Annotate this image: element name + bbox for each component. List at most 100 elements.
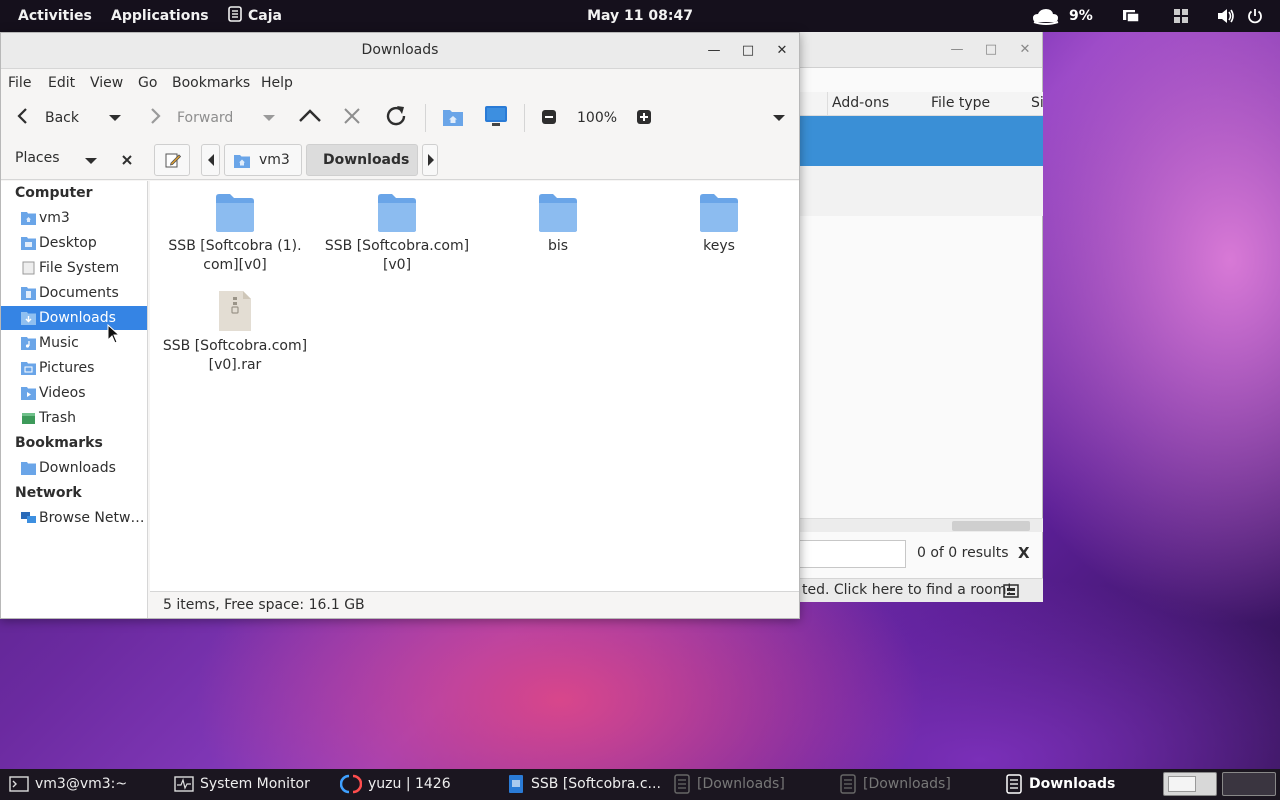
home-folder-icon xyxy=(234,155,250,168)
stop-icon xyxy=(344,108,360,124)
file-item[interactable]: keys xyxy=(644,193,794,256)
task-downloads-active[interactable]: Downloads xyxy=(1005,769,1115,800)
task-label: SSB [Softcobra.c... xyxy=(531,776,661,792)
forward-button[interactable]: Forward xyxy=(147,104,233,132)
sidebar-item-documents[interactable]: Documents xyxy=(1,281,147,305)
close-search-button[interactable]: X xyxy=(1018,544,1030,562)
task-ssb-folder[interactable]: SSB [Softcobra.c... xyxy=(507,769,661,800)
task-label: [Downloads] xyxy=(863,776,951,792)
horizontal-scrollbar[interactable] xyxy=(800,518,1043,532)
stop-button[interactable] xyxy=(343,104,361,132)
zoom-level[interactable]: 100% xyxy=(577,104,617,132)
column-filetype[interactable]: File type xyxy=(931,95,990,111)
task-terminal[interactable]: vm3@vm3:~ xyxy=(9,769,127,800)
column-size[interactable]: Si xyxy=(1031,95,1044,111)
workspace-2[interactable] xyxy=(1222,772,1276,796)
applications-menu[interactable]: Applications xyxy=(111,0,209,32)
breadcrumb-left-button[interactable] xyxy=(201,144,220,176)
clock[interactable]: May 11 08:47 xyxy=(540,0,740,32)
room-icon[interactable] xyxy=(1003,584,1019,598)
maximize-icon[interactable]: □ xyxy=(738,41,758,61)
workspace-1[interactable] xyxy=(1163,772,1217,796)
minimize-icon[interactable]: — xyxy=(704,41,724,61)
sidebar-header-bookmarks: Bookmarks xyxy=(15,435,103,451)
home-button[interactable] xyxy=(442,104,464,132)
file-item[interactable]: bis xyxy=(483,193,633,256)
menu-edit[interactable]: Edit xyxy=(48,75,75,91)
minimize-icon[interactable]: — xyxy=(947,40,967,60)
sidebar-bookmark-downloads[interactable]: Downloads xyxy=(1,456,147,480)
list-row[interactable] xyxy=(800,166,1043,216)
menu-view[interactable]: View xyxy=(90,75,123,91)
background-window[interactable]: — □ ✕ Add-ons File type Si 0 of 0 result… xyxy=(800,32,1044,602)
up-arrow-icon xyxy=(299,109,321,122)
background-window-titlebar[interactable]: — □ ✕ xyxy=(800,32,1042,68)
breadcrumb-downloads[interactable]: Downloads xyxy=(306,144,418,176)
task-downloads-minimized-1[interactable]: [Downloads] xyxy=(673,769,785,800)
sidebar-item-vm3[interactable]: vm3 xyxy=(1,206,147,230)
activities-button[interactable]: Activities xyxy=(18,0,92,32)
pictures-folder-icon xyxy=(21,362,36,375)
sidebar-item-label: Videos xyxy=(39,385,86,401)
sidebar-item-label: Browse Netw… xyxy=(39,510,145,526)
search-input[interactable] xyxy=(800,540,906,568)
weather-icon[interactable] xyxy=(1031,0,1061,32)
volume-icon[interactable] xyxy=(1217,0,1235,32)
folder-icon xyxy=(378,194,416,232)
forward-history-dropdown[interactable] xyxy=(262,104,276,132)
window-titlebar[interactable]: Downloads — □ ✕ xyxy=(1,33,799,69)
selected-row[interactable] xyxy=(800,116,1043,166)
task-yuzu[interactable]: yuzu | 1426 xyxy=(339,769,451,800)
file-item[interactable]: SSB [Softcobra.com] [v0].rar xyxy=(160,289,310,375)
sidebar-header-computer: Computer xyxy=(15,185,93,201)
zoom-in-button[interactable] xyxy=(637,104,651,132)
up-button[interactable] xyxy=(298,104,322,132)
file-item[interactable]: SSB [Softcobra (1). com][v0] xyxy=(160,193,310,275)
back-button[interactable]: Back xyxy=(15,104,79,132)
reload-button[interactable] xyxy=(384,104,408,132)
menu-help[interactable]: Help xyxy=(261,75,293,91)
background-status-bar[interactable]: ted. Click here to find a room! xyxy=(800,578,1043,602)
sidebar-item-desktop[interactable]: Desktop xyxy=(1,231,147,255)
sidebar-item-downloads[interactable]: Downloads xyxy=(1,306,147,330)
toolbar-overflow-button[interactable] xyxy=(772,104,786,132)
bottom-taskbar: vm3@vm3:~ System Monitor yuzu | 1426 SSB… xyxy=(0,769,1280,800)
edit-location-button[interactable] xyxy=(154,144,190,176)
close-icon[interactable]: ✕ xyxy=(772,41,792,61)
breadcrumb-right-button[interactable] xyxy=(422,144,438,176)
sidebar-item-trash[interactable]: Trash xyxy=(1,406,147,430)
task-system-monitor[interactable]: System Monitor xyxy=(174,769,310,800)
app-menu[interactable]: Caja xyxy=(228,0,282,32)
grid-icon[interactable] xyxy=(1173,0,1189,32)
chevron-down-icon xyxy=(109,115,121,121)
menu-go[interactable]: Go xyxy=(138,75,157,91)
computer-button[interactable] xyxy=(484,104,508,132)
sidebar-item-music[interactable]: Music xyxy=(1,331,147,355)
scrollbar-thumb[interactable] xyxy=(952,521,1030,531)
sidebar-item-filesystem[interactable]: File System xyxy=(1,256,147,280)
back-history-dropdown[interactable] xyxy=(108,104,122,132)
places-label[interactable]: Places xyxy=(15,150,60,166)
documents-folder-icon xyxy=(21,287,36,300)
screen-icon[interactable] xyxy=(1122,0,1140,32)
background-status-text[interactable]: ted. Click here to find a room! xyxy=(802,582,1012,598)
reload-icon xyxy=(386,106,406,126)
column-addons[interactable]: Add-ons xyxy=(832,95,889,111)
zoom-out-button[interactable] xyxy=(542,104,556,132)
power-icon[interactable] xyxy=(1247,0,1263,32)
maximize-icon[interactable]: □ xyxy=(981,40,1001,60)
task-downloads-minimized-2[interactable]: [Downloads] xyxy=(839,769,951,800)
sidebar-item-pictures[interactable]: Pictures xyxy=(1,356,147,380)
file-item[interactable]: SSB [Softcobra.com] [v0] xyxy=(322,193,472,275)
sidebar-item-videos[interactable]: Videos xyxy=(1,381,147,405)
menu-bookmarks[interactable]: Bookmarks xyxy=(172,75,250,91)
task-label: yuzu | 1426 xyxy=(368,776,451,792)
menu-file[interactable]: File xyxy=(8,75,31,91)
places-dropdown-icon[interactable] xyxy=(84,156,98,166)
sidebar-item-browse-network[interactable]: Browse Netw… xyxy=(1,506,147,530)
top-panel: Activities Applications Caja May 11 08:4… xyxy=(0,0,1280,32)
close-sidebar-icon[interactable] xyxy=(121,154,133,166)
close-icon[interactable]: ✕ xyxy=(1015,40,1035,60)
breadcrumb-vm3[interactable]: vm3 xyxy=(224,144,302,176)
file-view[interactable]: SSB [Softcobra (1). com][v0] SSB [Softco… xyxy=(150,181,799,591)
